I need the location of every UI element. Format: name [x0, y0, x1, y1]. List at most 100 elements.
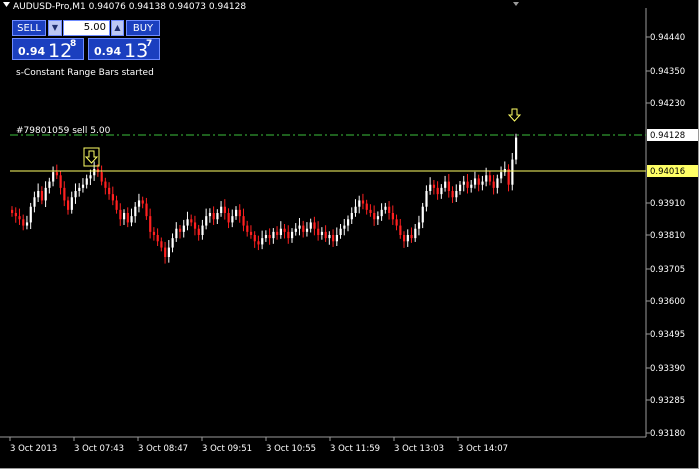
price-tick-label: 0.93810 — [650, 231, 685, 241]
candle-body — [212, 213, 215, 220]
candle-body — [25, 222, 29, 226]
candle-body — [85, 178, 88, 185]
candle-body — [298, 225, 301, 229]
candle-body — [134, 206, 137, 217]
candle-body — [373, 213, 376, 220]
chart-header-text: AUDUSD-Pro,M1 0.94076 0.94138 0.94073 0.… — [13, 2, 246, 12]
candle-body — [403, 235, 406, 242]
candle-body — [294, 228, 297, 232]
candle-body — [137, 200, 141, 207]
one-click-trading-panel: SELL ▼ 5.00 ▲ BUY 0.94 12 8 0.94 13 7 — [12, 20, 160, 62]
time-axis: 3 Oct 2013 3 Oct 07:43 3 Oct 08:47 3 Oct… — [9, 437, 508, 454]
lot-increase-button[interactable]: ▲ — [111, 20, 124, 36]
candle-body — [130, 216, 133, 223]
candle-body — [164, 247, 167, 257]
candle-body — [111, 194, 114, 201]
candle-body — [380, 209, 383, 217]
time-tick-label: 3 Oct 2013 — [10, 444, 57, 454]
candle-body — [462, 181, 465, 185]
sell-arrow-icon — [83, 147, 100, 167]
candle-body — [220, 206, 223, 213]
price-tick-label: 0.93390 — [650, 364, 685, 374]
lot-size-input[interactable]: 5.00 — [63, 20, 110, 36]
candle-body — [175, 228, 178, 239]
dropdown-triangle-icon[interactable] — [3, 2, 10, 7]
price-chart[interactable]: AUDUSD-Pro,M1 0.94076 0.94138 0.94073 0.… — [0, 0, 699, 469]
candle-body — [473, 178, 477, 185]
buy-price-button[interactable]: 0.94 13 7 — [88, 38, 160, 62]
candle-body — [388, 206, 391, 213]
time-tick-label: 3 Oct 11:59 — [330, 444, 380, 454]
lot-decrease-button[interactable]: ▼ — [48, 20, 62, 36]
candle-body — [246, 225, 249, 232]
price-axis: 0.94440 0.94350 0.94230 0.94128 0.94016 … — [646, 33, 698, 439]
candle-body — [238, 209, 241, 217]
candle-body — [354, 206, 357, 213]
candle-body — [123, 213, 126, 220]
candle-body — [421, 206, 424, 223]
candle-body — [492, 181, 495, 188]
candle-body — [190, 219, 193, 223]
candle-body — [376, 216, 380, 220]
candle-body — [52, 172, 55, 182]
candle-body — [459, 184, 462, 191]
candle-body — [205, 216, 208, 226]
candle-body — [63, 187, 66, 201]
candle-body — [179, 228, 182, 232]
ask-price-prefix: 0.94 — [94, 45, 122, 58]
candle-body — [515, 137, 518, 160]
time-tick-label: 3 Oct 09:51 — [202, 444, 252, 454]
price-tick-label: 0.94230 — [650, 99, 685, 109]
candle-body — [466, 181, 469, 188]
chart-window[interactable]: AUDUSD-Pro,M1 0.94076 0.94138 0.94073 0.… — [0, 0, 699, 469]
candle-body — [22, 219, 25, 226]
candle-body — [343, 225, 346, 229]
price-tick-label: 0.93285 — [650, 396, 685, 406]
price-tick-label: 0.93910 — [650, 199, 685, 209]
bid-price-pips: 12 — [48, 40, 73, 62]
candle-body — [332, 235, 335, 242]
candle-body — [500, 172, 503, 179]
time-tick-label: 3 Oct 13:03 — [394, 444, 444, 454]
candles-layer — [11, 133, 518, 264]
indicator-status-text: s-Constant Range Bars started — [16, 68, 154, 78]
bid-price-fraction: 8 — [70, 39, 77, 49]
buy-button[interactable]: BUY — [126, 20, 160, 36]
candle-body — [447, 181, 450, 191]
price-tick-label: 0.93495 — [650, 330, 685, 340]
candle-body — [249, 231, 253, 235]
candle-body — [268, 235, 271, 239]
candle-body — [40, 191, 44, 201]
candle-body — [74, 191, 77, 198]
candle-body — [395, 219, 398, 226]
candle-body — [406, 235, 409, 242]
order-label: #79801059 sell 5.00 — [16, 126, 111, 136]
candle-body — [384, 206, 387, 210]
candle-body — [455, 191, 458, 198]
candle-body — [365, 203, 368, 210]
candle-body — [313, 222, 316, 229]
chart-shift-marker-icon[interactable] — [513, 2, 519, 6]
candle-body — [33, 197, 36, 207]
candle-body — [302, 225, 305, 232]
candle-body — [425, 191, 428, 207]
candle-body — [145, 203, 148, 217]
candle-body — [261, 238, 264, 245]
candle-body — [89, 175, 92, 179]
candle-body — [93, 169, 96, 176]
candle-body — [477, 178, 480, 185]
candle-body — [167, 247, 170, 257]
candle-body — [216, 213, 219, 220]
sell-button[interactable]: SELL — [12, 20, 46, 36]
candle-body — [48, 181, 51, 188]
candle-body — [156, 235, 159, 242]
candle-body — [305, 228, 309, 232]
sell-price-button[interactable]: 0.94 12 8 — [12, 38, 84, 62]
candle-body — [429, 184, 432, 191]
candle-body — [100, 172, 103, 182]
candle-body — [149, 216, 152, 232]
candle-body — [11, 209, 14, 213]
candle-body — [496, 178, 499, 188]
candle-body — [242, 216, 245, 226]
candle-body — [369, 209, 372, 213]
